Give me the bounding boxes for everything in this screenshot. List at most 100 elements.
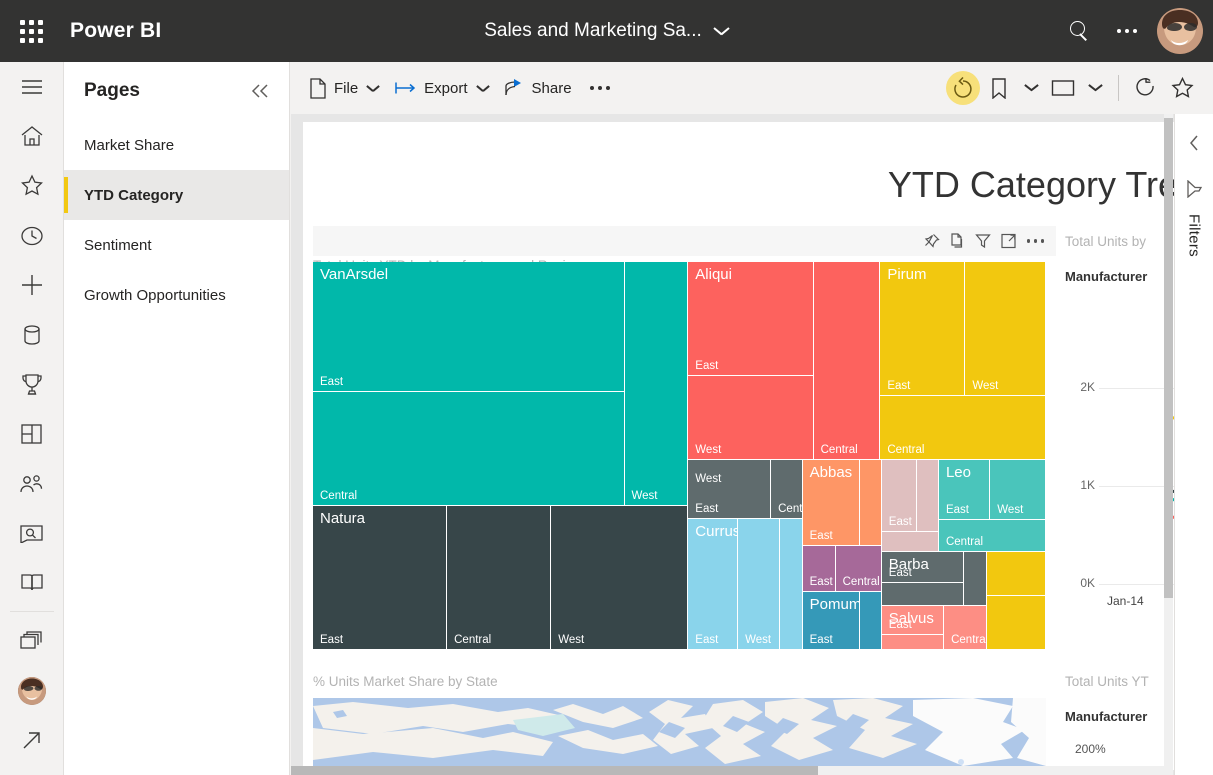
treemap-tile[interactable]: VanArsdel East xyxy=(313,262,624,391)
treemap-tile[interactable]: Central xyxy=(447,506,551,649)
toolbar-separator xyxy=(1118,75,1119,101)
treemap-tile[interactable]: Salvus East xyxy=(881,606,944,635)
sidebar-item-apps[interactable] xyxy=(0,409,64,459)
treemap-tile[interactable]: Barba East xyxy=(881,551,963,582)
treemap-manufacturer-label: Aliqui xyxy=(695,266,732,283)
vertical-scrollbar-thumb[interactable] xyxy=(1164,118,1173,598)
page-item-growth-opportunities[interactable]: Growth Opportunities xyxy=(64,270,289,320)
report-canvas-area[interactable]: YTD Category Tre VanArsdel East Central … xyxy=(291,114,1213,775)
app-launcher-button[interactable] xyxy=(0,0,62,62)
ellipsis-icon xyxy=(1117,29,1137,33)
favorite-button[interactable] xyxy=(1165,71,1199,105)
treemap-tile[interactable] xyxy=(881,582,963,606)
treemap-visual[interactable]: VanArsdel East Central West Natura East Centra… xyxy=(313,262,1046,650)
treemap-tile[interactable] xyxy=(859,591,881,649)
toolbar-more-button[interactable] xyxy=(580,86,620,90)
bookmarks-caret-button[interactable] xyxy=(1018,71,1044,105)
treemap-tile[interactable]: Central xyxy=(813,262,880,459)
treemap-tile[interactable] xyxy=(881,531,938,551)
treemap-tile[interactable]: Central xyxy=(835,546,881,591)
treemap-tile[interactable] xyxy=(859,459,881,545)
visual-more-button[interactable] xyxy=(1026,239,1044,243)
chevron-down-icon xyxy=(1025,84,1038,92)
treemap-tile[interactable]: Leo East xyxy=(938,459,990,519)
treemap-tile[interactable]: Abbas East xyxy=(802,459,859,545)
treemap-tile[interactable]: Central xyxy=(880,395,1045,459)
treemap-tile[interactable] xyxy=(963,551,987,606)
sidebar-item-learn[interactable] xyxy=(0,558,64,608)
sidebar-item-recent[interactable] xyxy=(0,211,64,261)
report-title-dropdown[interactable]: Sales and Marketing Sa... xyxy=(484,20,729,42)
filters-icon-button[interactable] xyxy=(1179,174,1209,204)
view-button[interactable] xyxy=(1046,71,1080,105)
bookmarks-button[interactable] xyxy=(982,71,1016,105)
treemap-tile[interactable]: West xyxy=(990,459,1045,519)
page-item-sentiment[interactable]: Sentiment xyxy=(64,220,289,270)
treemap-tile[interactable]: West xyxy=(965,262,1045,395)
treemap-tile[interactable]: Central xyxy=(313,391,624,506)
treemap-tile[interactable]: West xyxy=(688,376,813,459)
sidebar-item-create[interactable] xyxy=(0,260,64,310)
treemap-tile[interactable]: Natura East xyxy=(313,506,447,649)
treemap-manufacturer-label: Leo xyxy=(945,463,971,481)
refresh-button[interactable] xyxy=(1129,71,1163,105)
search-button[interactable] xyxy=(1057,9,1101,53)
report-canvas: YTD Category Tre VanArsdel East Central … xyxy=(303,122,1213,770)
treemap-tile[interactable]: Currus East xyxy=(688,518,738,649)
treemap-tile[interactable] xyxy=(987,596,1045,649)
sidebar-item-my-workspace[interactable] xyxy=(0,666,64,716)
treemap-tile[interactable]: Central xyxy=(938,520,1045,551)
treemap-tile[interactable] xyxy=(881,635,944,649)
filter-visual-button[interactable] xyxy=(974,233,991,249)
sidebar-item-home[interactable] xyxy=(0,112,64,162)
nav-toggle-button[interactable] xyxy=(0,62,64,112)
treemap-tile[interactable] xyxy=(987,551,1045,596)
focus-mode-button[interactable] xyxy=(1000,233,1017,249)
sidebar-item-metrics[interactable] xyxy=(0,508,64,558)
treemap-tile[interactable] xyxy=(779,518,802,649)
treemap-tile[interactable] xyxy=(916,459,938,531)
treemap-tile[interactable]: Pirum East xyxy=(880,262,965,395)
export-menu-button[interactable]: Export xyxy=(387,70,496,106)
sidebar-item-shared[interactable] xyxy=(0,459,64,509)
page-item-market-share[interactable]: Market Share xyxy=(64,120,289,170)
avatar-image xyxy=(1157,8,1203,54)
treemap-tile[interactable]: Pomum East xyxy=(802,591,859,649)
pin-visual-button[interactable] xyxy=(924,233,940,249)
top-bar-actions xyxy=(1057,0,1213,62)
treemap-region-label: Central xyxy=(945,535,984,548)
top-more-button[interactable] xyxy=(1105,9,1149,53)
treemap-tile[interactable]: West xyxy=(738,518,779,649)
avatar[interactable] xyxy=(1157,8,1203,54)
collapse-pages-button[interactable] xyxy=(247,78,273,104)
view-caret-button[interactable] xyxy=(1082,71,1108,105)
treemap-tile[interactable]: West xyxy=(551,506,688,649)
copy-visual-button[interactable] xyxy=(950,233,965,249)
page-label: Market Share xyxy=(84,136,175,154)
page-item-ytd-category[interactable]: YTD Category xyxy=(64,170,289,220)
treemap-region-label: East xyxy=(320,375,344,388)
sidebar-item-external[interactable] xyxy=(0,716,64,766)
sidebar-item-goals[interactable] xyxy=(0,359,64,409)
share-button[interactable]: Share xyxy=(497,70,580,106)
trophy-icon xyxy=(21,374,42,395)
file-menu-button[interactable]: File xyxy=(301,70,387,106)
treemap-tile[interactable]: West xyxy=(624,262,688,506)
canvas-horizontal-scrollbar[interactable] xyxy=(291,766,1171,775)
sidebar-item-datahub[interactable] xyxy=(0,310,64,360)
sidebar-item-workspaces[interactable] xyxy=(0,616,64,666)
treemap-tile[interactable]: East xyxy=(881,459,916,531)
treemap-tile[interactable]: East xyxy=(802,546,835,591)
map-visual[interactable]: % Units Market Share by State xyxy=(313,674,1046,770)
reset-to-default-button[interactable] xyxy=(946,71,980,105)
treemap-tile[interactable]: Central xyxy=(771,459,802,518)
treemap-tile[interactable]: Aliqui East xyxy=(688,262,813,376)
treemap-tile[interactable]: West xyxy=(688,459,771,488)
treemap-tile[interactable]: Central xyxy=(944,606,987,649)
sidebar-item-favorites[interactable] xyxy=(0,161,64,211)
canvas-vertical-scrollbar[interactable] xyxy=(1164,114,1173,775)
expand-filters-button[interactable] xyxy=(1179,128,1209,158)
brand-label[interactable]: Power BI xyxy=(70,19,161,43)
treemap-manufacturer-label: Pomum xyxy=(809,595,859,613)
horizontal-scrollbar-thumb[interactable] xyxy=(291,766,818,775)
